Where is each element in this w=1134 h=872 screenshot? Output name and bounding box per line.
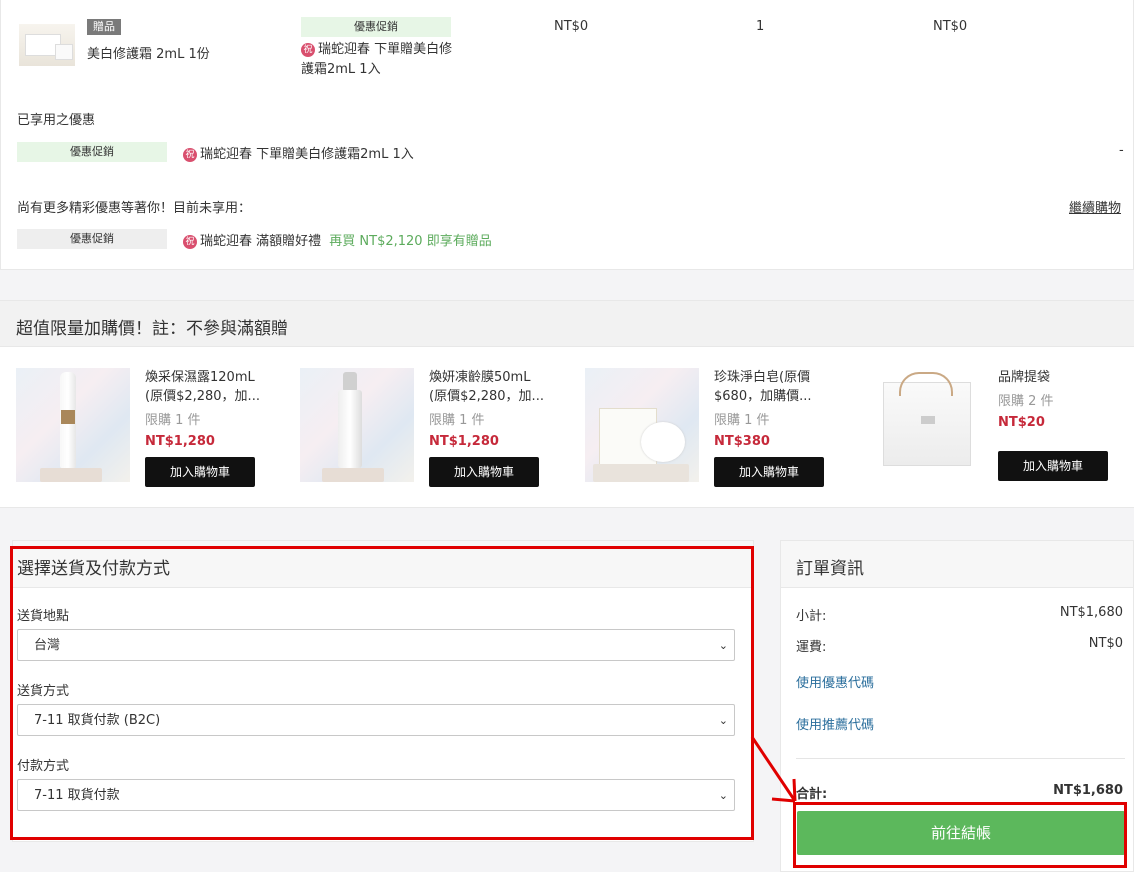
addon-price: NT$1,280 [429,434,499,449]
addon-price: NT$20 [998,415,1045,430]
offer-promo-tag: 優惠促銷 [17,229,167,249]
shipping-fee-label: 運費: [796,640,827,655]
unit-price: NT$0 [554,19,589,34]
order-panel-title: 訂單資訊 [796,559,864,579]
product-name[interactable]: 美白修護霜 2mL 1份 [87,43,210,62]
addon-header: 超值限量加購價！註：不參與滿額贈 [0,300,1134,347]
product-image[interactable] [585,368,699,482]
offer-promo-text: 瑞蛇迎春 滿額贈好禮 [200,234,322,249]
addon-product-card: 珍珠淨白皂(原價 $680，加購價... 限購 1 件 NT$380 加入購物車 [585,368,845,487]
subtotal-label: 小計: [796,609,827,624]
order-panel-header: 訂單資訊 [781,541,1133,588]
add-to-cart-button[interactable]: 加入購物車 [714,457,824,487]
product-name[interactable]: 煥妍凍齡膜50mL (原價$2,280，加... [429,368,544,406]
addon-title: 超值限量加購價！註：不參與滿額贈 [16,319,288,339]
product-name-line1: 煥采保濕露120mL [145,370,255,385]
offer-promo-desc: 祝瑞蛇迎春 滿額贈好禮 再買 NT$2,120 即享有贈品 [183,230,492,249]
purchase-limit: 限購 1 件 [714,413,770,428]
add-to-cart-button[interactable]: 加入購物車 [429,457,539,487]
gift-icon: 祝 [183,235,197,249]
coupon-code-link[interactable]: 使用優惠代碼 [796,672,874,691]
addon-products: 煥采保濕露120mL (原價$2,280，加... 限購 1 件 NT$1,28… [0,347,1134,508]
product-name[interactable]: 品牌提袋 [998,368,1050,387]
product-image[interactable] [869,368,983,482]
item-subtotal: NT$0 [933,19,968,34]
purchase-limit: 限購 1 件 [429,413,485,428]
product-image[interactable] [300,368,414,482]
divider [796,758,1125,759]
subtotal-value: NT$1,680 [1059,605,1123,620]
highlight-box-shipping [10,546,754,840]
more-offers-title: 尚有更多精彩優惠等著你！目前未享用： [17,201,252,216]
annotation-arrow [750,736,797,803]
gift-icon: 祝 [301,43,315,57]
purchase-limit: 限購 1 件 [145,413,201,428]
product-name-line2: (原價$2,280，加... [429,389,544,404]
product-name[interactable]: 煥采保濕露120mL (原價$2,280，加... [145,368,260,406]
promo-tag: 優惠促銷 [301,17,451,37]
promo-description: 祝瑞蛇迎春 下單贈美白修護霜2mL 1入 [301,40,461,80]
add-to-cart-button[interactable]: 加入購物車 [998,451,1108,481]
addon-price: NT$1,280 [145,434,215,449]
applied-promo-desc: 祝瑞蛇迎春 下單贈美白修護霜2mL 1入 [183,143,414,162]
offer-highlight: 再買 NT$2,120 即享有贈品 [329,234,492,249]
cart-item-row: 贈品 美白修護霜 2mL 1份 優惠促銷 祝瑞蛇迎春 下單贈美白修護霜2mL 1… [0,0,1134,96]
applied-amount: - [1119,143,1124,158]
addon-product-card: 煥妍凍齡膜50mL (原價$2,280，加... 限購 1 件 NT$1,280… [300,368,560,487]
purchase-limit: 限購 2 件 [998,394,1054,409]
product-name-line1: 煥妍凍齡膜50mL [429,370,531,385]
product-image[interactable] [16,368,130,482]
total-value: NT$1,680 [1053,783,1123,798]
product-name-line2: $680，加購價... [714,389,812,404]
applied-promotions: 已享用之優惠 優惠促銷 祝瑞蛇迎春 下單贈美白修護霜2mL 1入 - [0,95,1134,173]
addon-product-card: 煥采保濕露120mL (原價$2,280，加... 限購 1 件 NT$1,28… [16,368,276,487]
gift-icon: 祝 [183,148,197,162]
gift-badge: 贈品 [87,19,121,35]
product-name-line1: 品牌提袋 [998,370,1051,385]
product-name-line1: 珍珠淨白皂(原價 [714,370,811,385]
highlight-box-checkout [793,802,1127,868]
applied-promo-text: 瑞蛇迎春 下單贈美白修護霜2mL 1入 [200,147,414,162]
addon-price: NT$380 [714,434,770,449]
promo-text: 瑞蛇迎春 下單贈美白修護霜2mL 1入 [301,42,453,77]
add-to-cart-button[interactable]: 加入購物車 [145,457,255,487]
quantity: 1 [756,19,765,34]
addon-product-card: 品牌提袋 限購 2 件 NT$20 加入購物車 [869,368,1129,486]
product-name-line2: (原價$2,280，加... [145,389,260,404]
product-name[interactable]: 珍珠淨白皂(原價 $680，加購價... [714,368,811,406]
shipping-fee-value: NT$0 [1088,636,1123,651]
applied-title: 已享用之優惠 [17,113,96,128]
product-thumbnail [19,24,75,66]
continue-shopping-link[interactable]: 繼續購物 [1069,197,1121,216]
referral-code-link[interactable]: 使用推薦代碼 [796,714,874,733]
applied-promo-tag: 優惠促銷 [17,142,167,162]
more-offers: 尚有更多精彩優惠等著你！目前未享用： 繼續購物 優惠促銷 祝瑞蛇迎春 滿額贈好禮… [0,172,1134,270]
